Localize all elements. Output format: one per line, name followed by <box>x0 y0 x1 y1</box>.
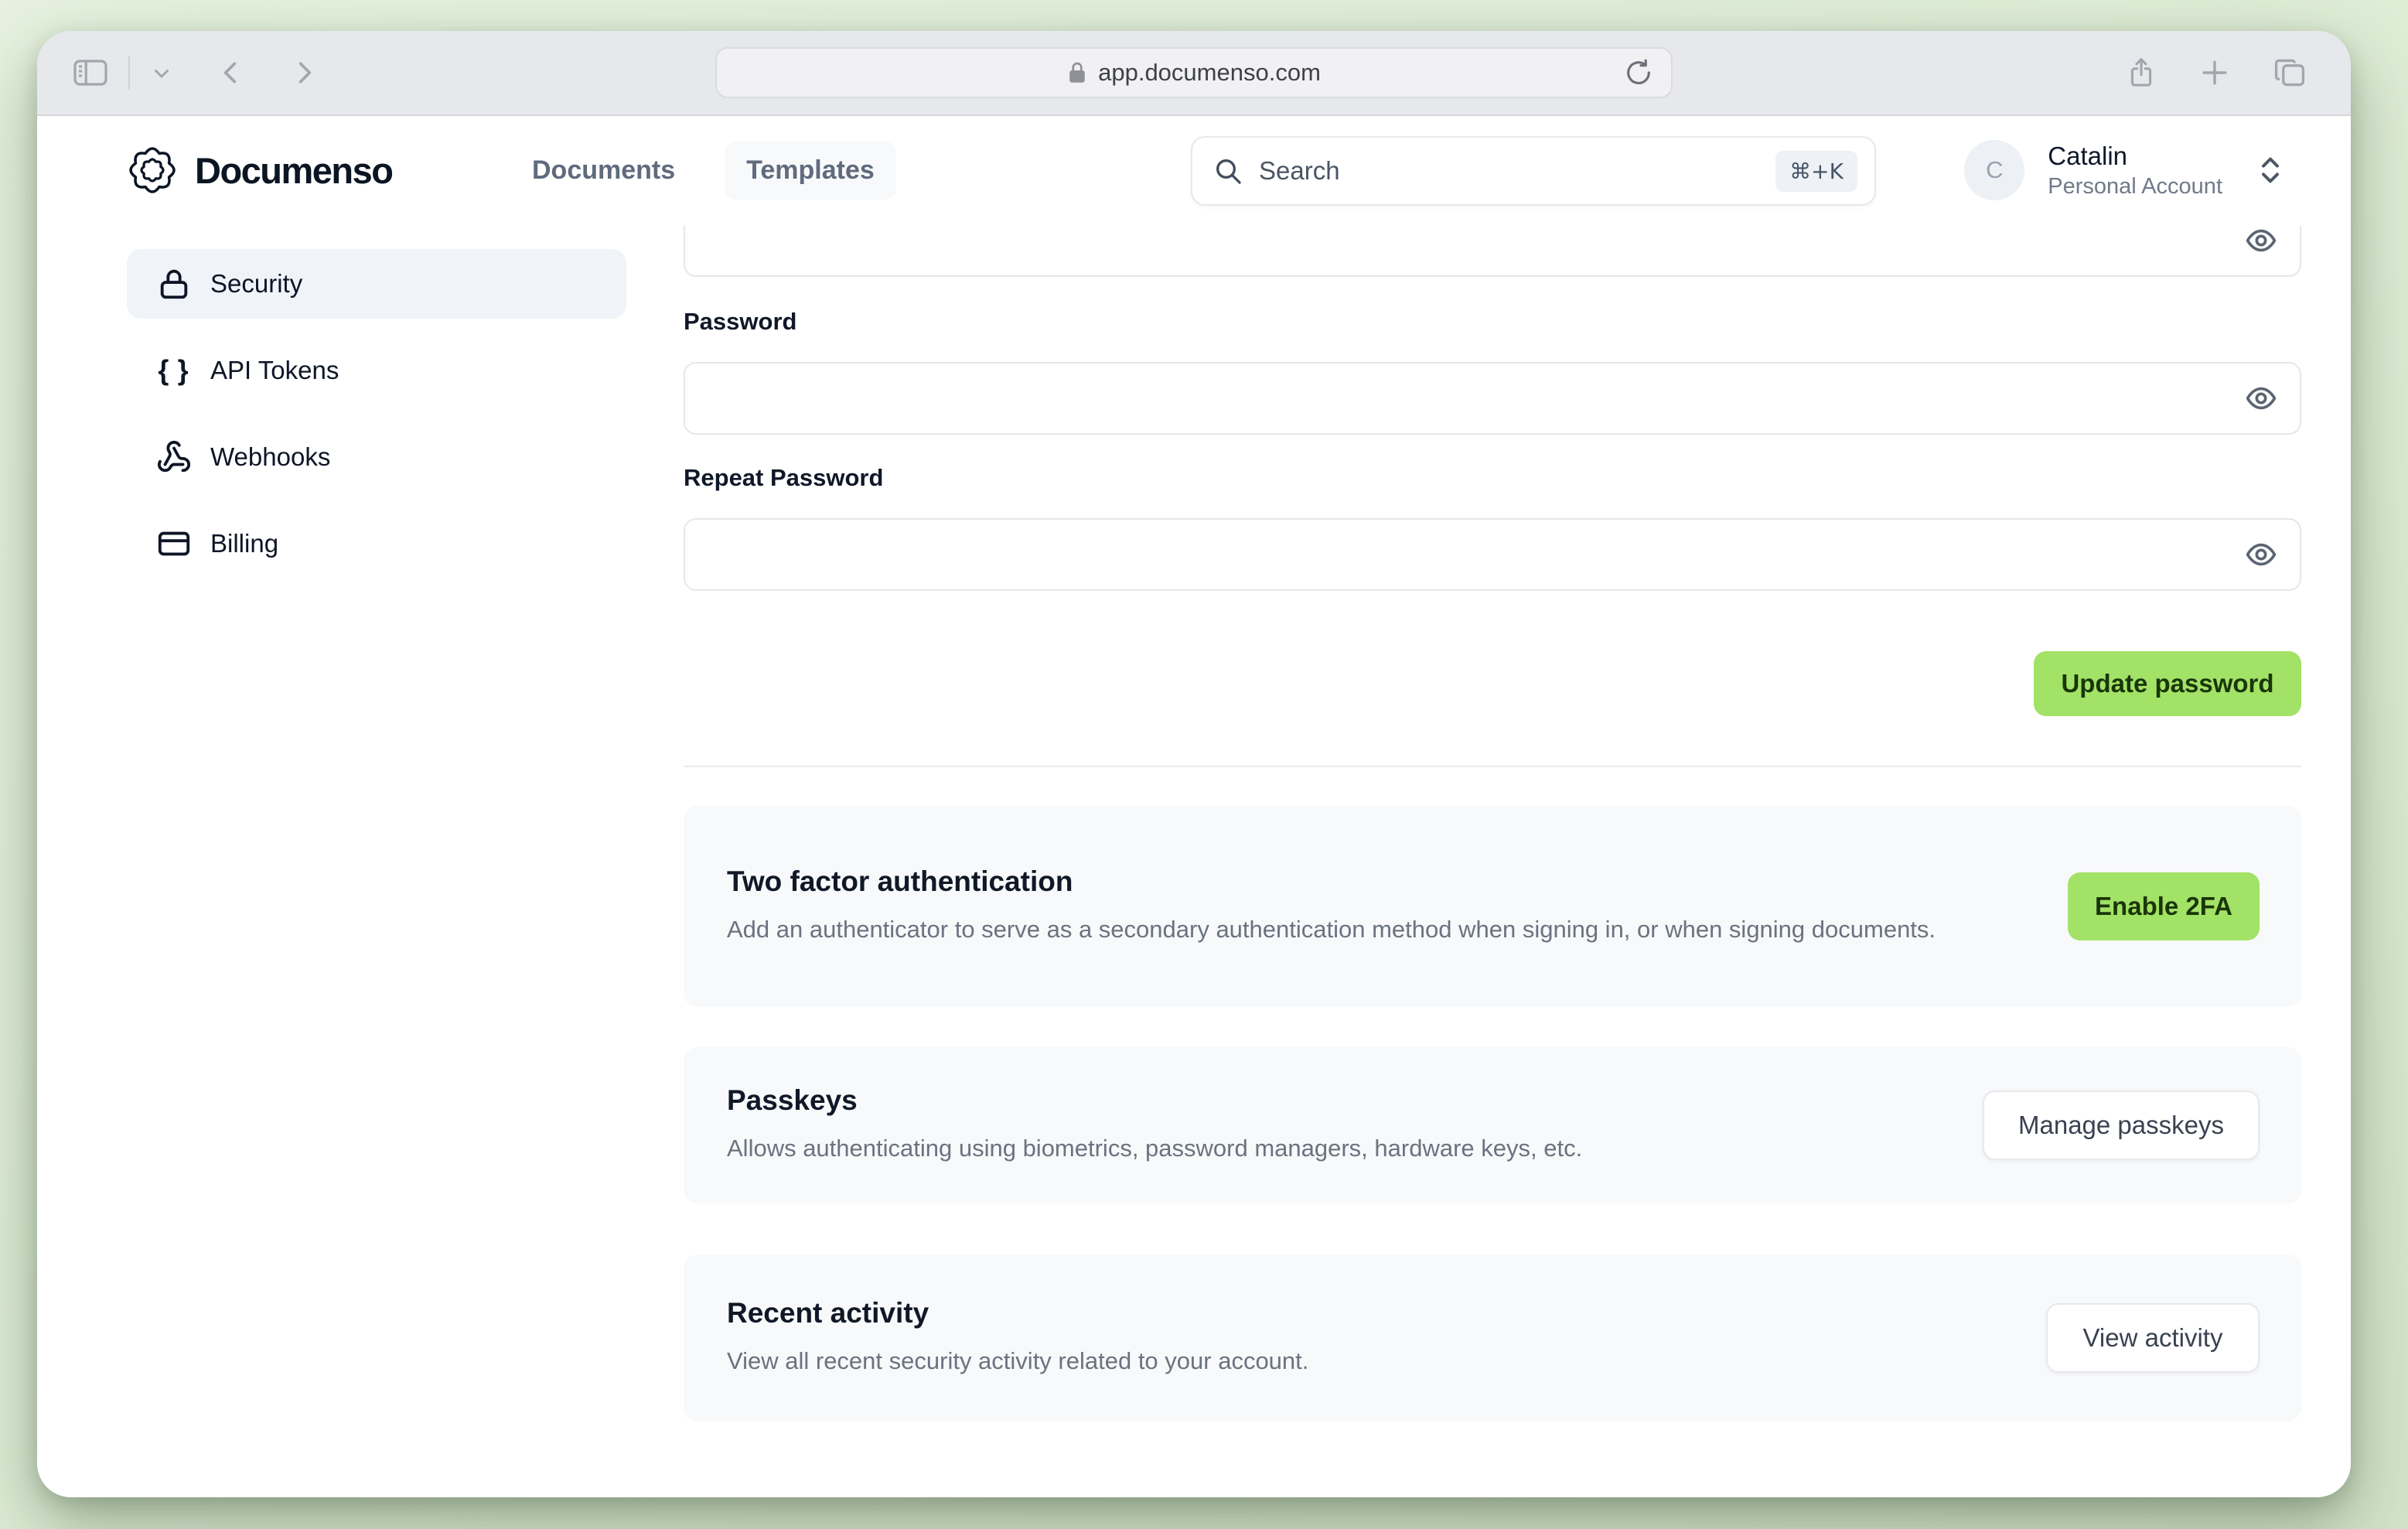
page-body: Security { } API Tokens Webhooks Billing… <box>37 226 2351 1497</box>
sidebar-item-label: Billing <box>210 529 279 558</box>
eye-icon[interactable] <box>2244 226 2278 258</box>
documenso-logo-icon <box>127 145 178 196</box>
browser-toolbar: app.documenso.com <box>37 31 2351 116</box>
recent-activity-text: Recent activity View all recent security… <box>727 1297 1308 1380</box>
app-header: Documenso Documents Templates ⌘+K C Cata… <box>37 116 2351 224</box>
credit-card-icon <box>156 526 192 561</box>
view-activity-button[interactable]: View activity <box>2046 1303 2260 1373</box>
section-description: Allows authenticating using biometrics, … <box>727 1134 1583 1162</box>
sidebar-item-label: Security <box>210 269 303 298</box>
main-nav: Documents Templates <box>510 116 896 224</box>
nav-templates[interactable]: Templates <box>725 141 896 200</box>
repeat-password-label: Repeat Password <box>684 464 884 491</box>
section-title: Recent activity <box>727 1296 929 1329</box>
lock-icon <box>156 266 192 302</box>
avatar: C <box>1964 140 2025 200</box>
repeat-password-field[interactable] <box>684 518 2301 591</box>
repeat-password-input[interactable] <box>685 520 2300 589</box>
search-bar[interactable]: ⌘+K <box>1191 136 1876 206</box>
chevron-down-icon[interactable] <box>150 61 173 84</box>
reload-icon[interactable] <box>1623 57 1654 88</box>
passkeys-card: Passkeys Allows authenticating using bio… <box>684 1047 2301 1203</box>
webhook-icon <box>156 439 192 475</box>
current-password-field[interactable] <box>684 226 2301 277</box>
section-title: Passkeys <box>727 1084 858 1116</box>
password-label: Password <box>684 308 797 335</box>
address-bar[interactable]: app.documenso.com <box>715 47 1673 98</box>
share-icon[interactable] <box>2125 55 2157 90</box>
eye-icon[interactable] <box>2244 538 2278 572</box>
brand-name: Documenso <box>195 149 394 191</box>
account-name: Catalin <box>2048 142 2128 171</box>
settings-sidebar: Security { } API Tokens Webhooks Billing <box>127 249 626 578</box>
sidebar-item-webhooks[interactable]: Webhooks <box>127 422 626 492</box>
account-type: Personal Account <box>2048 173 2222 199</box>
section-description: Add an authenticator to serve as a secon… <box>727 915 1936 943</box>
browser-window: app.documenso.com Documenso Documents Te… <box>37 31 2351 1497</box>
search-icon <box>1213 155 1243 186</box>
eye-icon[interactable] <box>2244 381 2278 415</box>
update-password-button[interactable]: Update password <box>2034 651 2301 716</box>
search-input[interactable] <box>1259 156 1776 186</box>
braces-icon: { } <box>158 354 190 386</box>
page-lock-icon <box>1067 61 1087 84</box>
security-settings-content: Password Repeat Password Update password <box>684 226 2301 1497</box>
current-password-input[interactable] <box>685 226 2300 275</box>
sidebar-toggle-icon[interactable] <box>73 57 108 88</box>
passkeys-text: Passkeys Allows authenticating using bio… <box>727 1084 1582 1167</box>
sidebar-item-security[interactable]: Security <box>127 249 626 319</box>
section-description: View all recent security activity relate… <box>727 1346 1309 1374</box>
section-divider <box>684 766 2301 767</box>
manage-passkeys-button[interactable]: Manage passkeys <box>1983 1090 2260 1160</box>
account-menu[interactable]: C Catalin Personal Account <box>1964 116 2284 224</box>
enable-2fa-button[interactable]: Enable 2FA <box>2068 872 2260 940</box>
nav-documents[interactable]: Documents <box>510 142 697 200</box>
back-icon[interactable] <box>217 57 247 88</box>
sidebar-item-label: API Tokens <box>210 356 339 384</box>
new-tab-icon[interactable] <box>2198 56 2232 90</box>
chevron-up-down-icon <box>2256 153 2284 187</box>
password-input[interactable] <box>685 363 2300 433</box>
sidebar-item-billing[interactable]: Billing <box>127 509 626 578</box>
forward-icon[interactable] <box>288 57 319 88</box>
tab-overview-icon[interactable] <box>2272 56 2307 90</box>
password-field[interactable] <box>684 362 2301 435</box>
sidebar-item-label: Webhooks <box>210 442 331 471</box>
sidebar-item-api-tokens[interactable]: { } API Tokens <box>127 336 626 405</box>
two-factor-card: Two factor authentication Add an authent… <box>684 806 2301 1007</box>
recent-activity-card: Recent activity View all recent security… <box>684 1254 2301 1421</box>
search-shortcut-badge: ⌘+K <box>1775 150 1857 192</box>
section-title: Two factor authentication <box>727 865 1073 897</box>
url-text: app.documenso.com <box>1098 59 1321 86</box>
toolbar-divider <box>128 56 130 90</box>
brand[interactable]: Documenso <box>127 116 394 224</box>
two-factor-text: Two factor authentication Add an authent… <box>727 865 1936 948</box>
